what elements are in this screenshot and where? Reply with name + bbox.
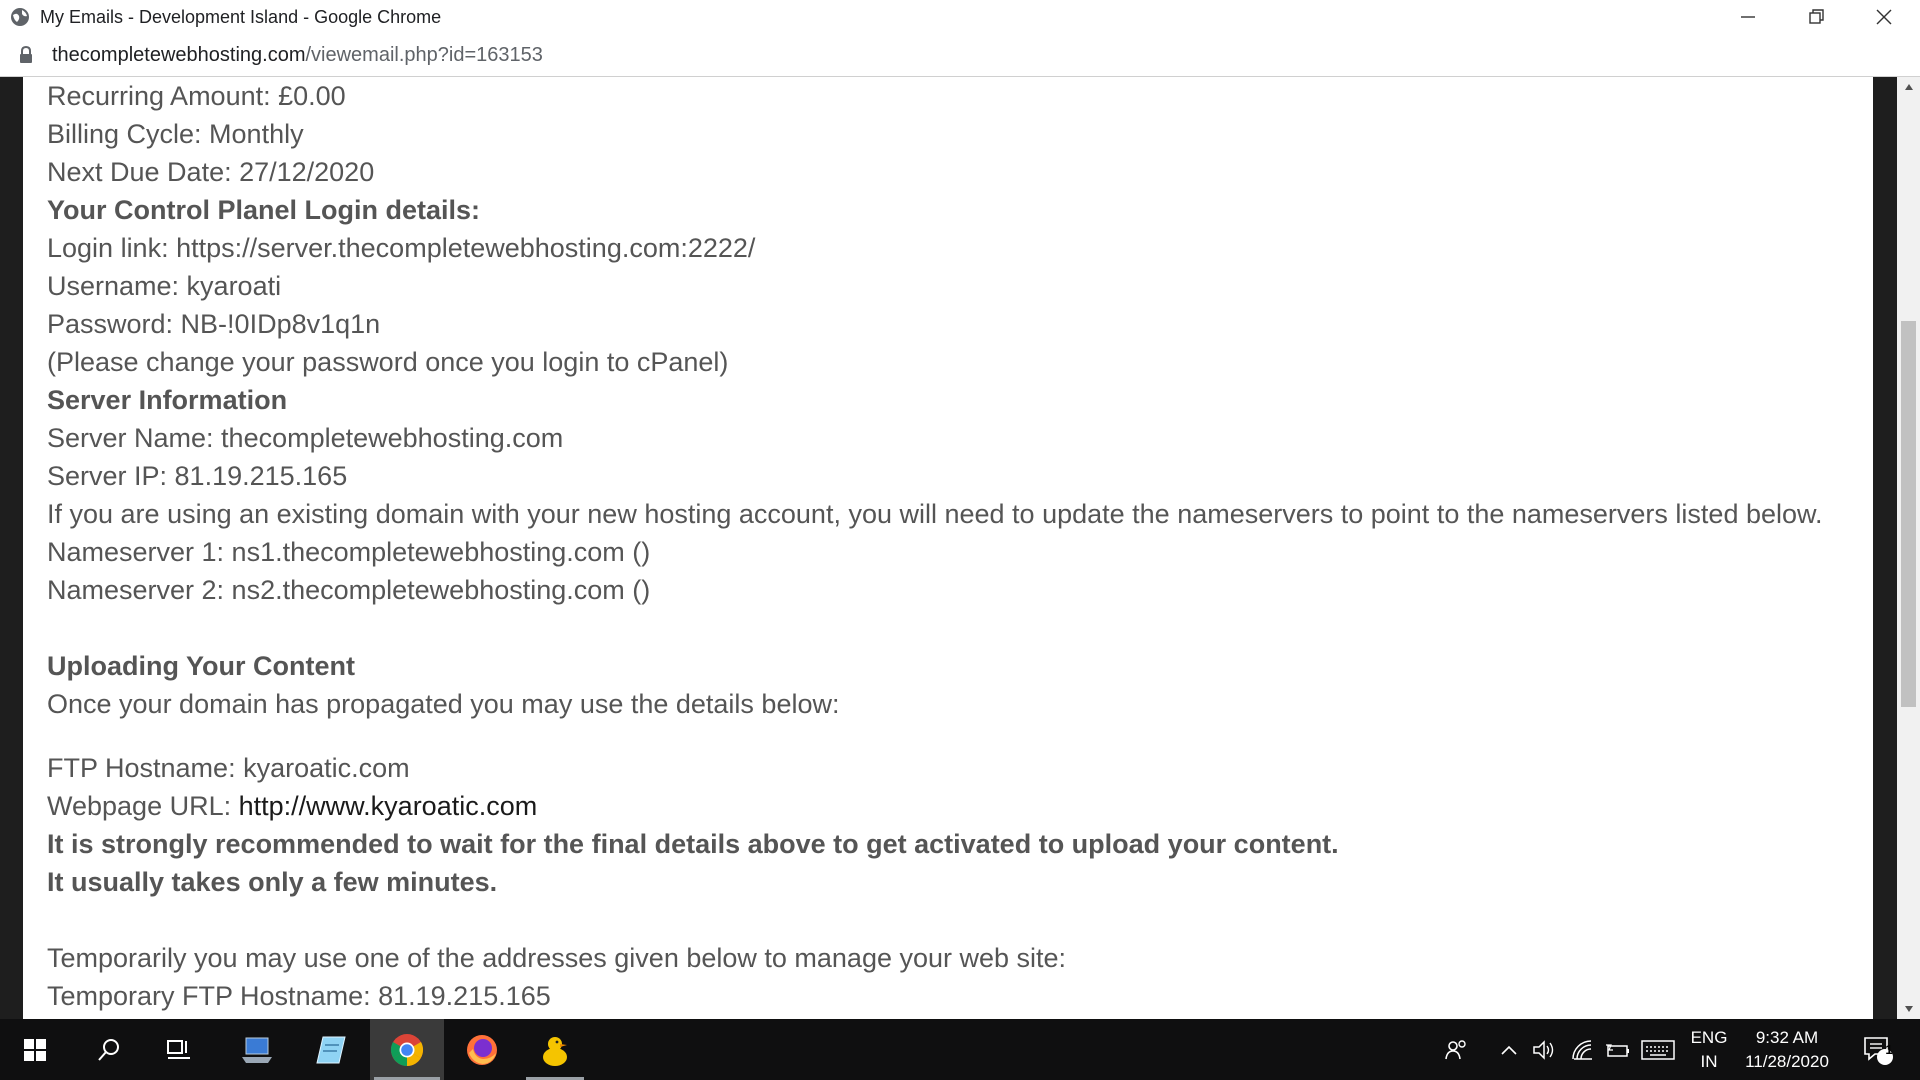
clock-date: 11/28/2020 xyxy=(1745,1051,1829,1071)
scroll-down-button[interactable] xyxy=(1897,999,1920,1019)
existing-domain-note: If you are using an existing domain with… xyxy=(47,499,1823,529)
restore-button[interactable] xyxy=(1782,0,1850,34)
change-password-note: (Please change your password once you lo… xyxy=(47,347,729,377)
keyboard-icon xyxy=(1641,1039,1675,1060)
language-indicator[interactable]: ENG IN xyxy=(1680,1019,1738,1080)
laptop-icon xyxy=(242,1037,272,1063)
username: Username: kyaroati xyxy=(47,271,282,301)
left-margin-band xyxy=(0,77,23,1019)
few-minutes: It usually takes only a few minutes. xyxy=(47,867,498,897)
title-bar: My Emails - Development Island - Google … xyxy=(0,0,1920,34)
volume-button[interactable] xyxy=(1528,1019,1560,1080)
next-due-date: Next Due Date: 27/12/2020 xyxy=(47,157,375,187)
search-button[interactable] xyxy=(78,1019,140,1080)
people-button[interactable] xyxy=(1436,1019,1476,1080)
clock-time: 9:32 AM xyxy=(1755,1027,1819,1047)
recommend-wait: It is strongly recommended to wait for t… xyxy=(47,829,1339,859)
show-hidden-icons-button[interactable] xyxy=(1494,1019,1524,1080)
firefox-app-button[interactable] xyxy=(448,1019,516,1080)
task-view-button[interactable] xyxy=(148,1019,210,1080)
webpage-url: Webpage URL: http://www.kyaroatic.com xyxy=(47,787,1867,825)
search-icon xyxy=(98,1038,119,1061)
wifi-button[interactable] xyxy=(1566,1019,1600,1080)
server-info-heading: Server Information xyxy=(47,385,288,415)
people-icon xyxy=(1445,1039,1466,1059)
recurring-amount: Recurring Amount: £0.00 xyxy=(47,81,346,111)
billing-cycle: Billing Cycle: Monthly xyxy=(47,119,304,149)
chrome-app-button[interactable] xyxy=(370,1019,444,1080)
taskbar: ENG IN 9:32 AM 11/28/2020 1 xyxy=(0,1019,1920,1080)
nameserver-2: Nameserver 2: ns2.thecompletewebhosting.… xyxy=(47,575,651,605)
chevron-up-icon xyxy=(1501,1045,1517,1055)
page-viewport: Recurring Amount: £0.00 Billing Cycle: M… xyxy=(0,77,1920,1019)
language-top: ENG xyxy=(1690,1027,1728,1047)
webpage-url-label: Webpage URL: xyxy=(47,791,239,821)
minimize-button[interactable] xyxy=(1714,0,1782,34)
window-title: My Emails - Development Island - Google … xyxy=(40,6,442,27)
server-name: Server Name: thecompletewebhosting.com xyxy=(47,423,564,453)
control-panel-heading: Your Control Planel Login details: xyxy=(47,195,481,225)
close-button[interactable] xyxy=(1850,0,1918,34)
language-bottom: IN xyxy=(1700,1051,1718,1071)
url-text[interactable]: thecompletewebhosting.com/viewemail.php?… xyxy=(52,44,543,67)
globe-icon xyxy=(11,8,29,26)
volume-icon xyxy=(1533,1039,1554,1060)
action-center-button[interactable]: 1 xyxy=(1852,1019,1904,1080)
webpage-url-link[interactable]: http://www.kyaroatic.com xyxy=(239,791,538,821)
notepad-icon xyxy=(316,1036,346,1063)
notification-count: 1 xyxy=(1885,1042,1893,1057)
wifi-icon xyxy=(1572,1039,1592,1060)
minimize-icon xyxy=(1741,16,1755,18)
battery-button[interactable] xyxy=(1602,1019,1634,1080)
right-margin-band xyxy=(1873,77,1897,1019)
vertical-scrollbar[interactable] xyxy=(1897,77,1920,1019)
keyboard-button[interactable] xyxy=(1638,1019,1678,1080)
clock[interactable]: 9:32 AM 11/28/2020 xyxy=(1740,1019,1834,1080)
ftp-hostname: FTP Hostname: kyaroatic.com xyxy=(47,753,410,783)
uploading-heading: Uploading Your Content xyxy=(47,651,355,681)
start-icon xyxy=(24,1038,46,1061)
nameserver-1: Nameserver 1: ns1.thecompletewebhosting.… xyxy=(47,537,651,567)
scroll-up-button[interactable] xyxy=(1897,77,1920,97)
task-view-icon xyxy=(167,1039,190,1059)
lock-icon[interactable] xyxy=(18,46,34,64)
address-bar[interactable]: thecompletewebhosting.com/viewemail.php?… xyxy=(0,34,1920,77)
battery-icon xyxy=(1606,1043,1629,1057)
arrow-up-icon xyxy=(1904,84,1913,90)
start-button[interactable] xyxy=(0,1019,70,1080)
chrome-icon xyxy=(390,1033,424,1066)
temp-ftp-hostname: Temporary FTP Hostname: 81.19.215.165 xyxy=(47,981,551,1011)
arrow-down-icon xyxy=(1904,1006,1913,1012)
firefox-icon xyxy=(467,1034,497,1065)
scrollbar-thumb[interactable] xyxy=(1901,321,1916,707)
duck-icon xyxy=(543,1036,567,1066)
temporary-note: Temporarily you may use one of the addre… xyxy=(47,943,1067,973)
url-domain: thecompletewebhosting.com xyxy=(52,43,306,66)
close-icon xyxy=(1876,9,1892,25)
propagated-note: Once your domain has propagated you may … xyxy=(47,689,840,719)
restore-icon xyxy=(1809,9,1824,24)
laptop-app-button[interactable] xyxy=(222,1019,292,1080)
server-ip: Server IP: 81.19.215.165 xyxy=(47,461,348,491)
url-path: /viewemail.php?id=163153 xyxy=(305,43,543,66)
duck-app-button[interactable] xyxy=(522,1019,588,1080)
notepad-app-button[interactable] xyxy=(296,1019,366,1080)
password: Password: NB-!0IDp8v1q1n xyxy=(47,309,381,339)
login-link: Login link: https://server.thecompletewe… xyxy=(47,233,756,263)
email-body: Recurring Amount: £0.00 Billing Cycle: M… xyxy=(47,77,1867,1015)
